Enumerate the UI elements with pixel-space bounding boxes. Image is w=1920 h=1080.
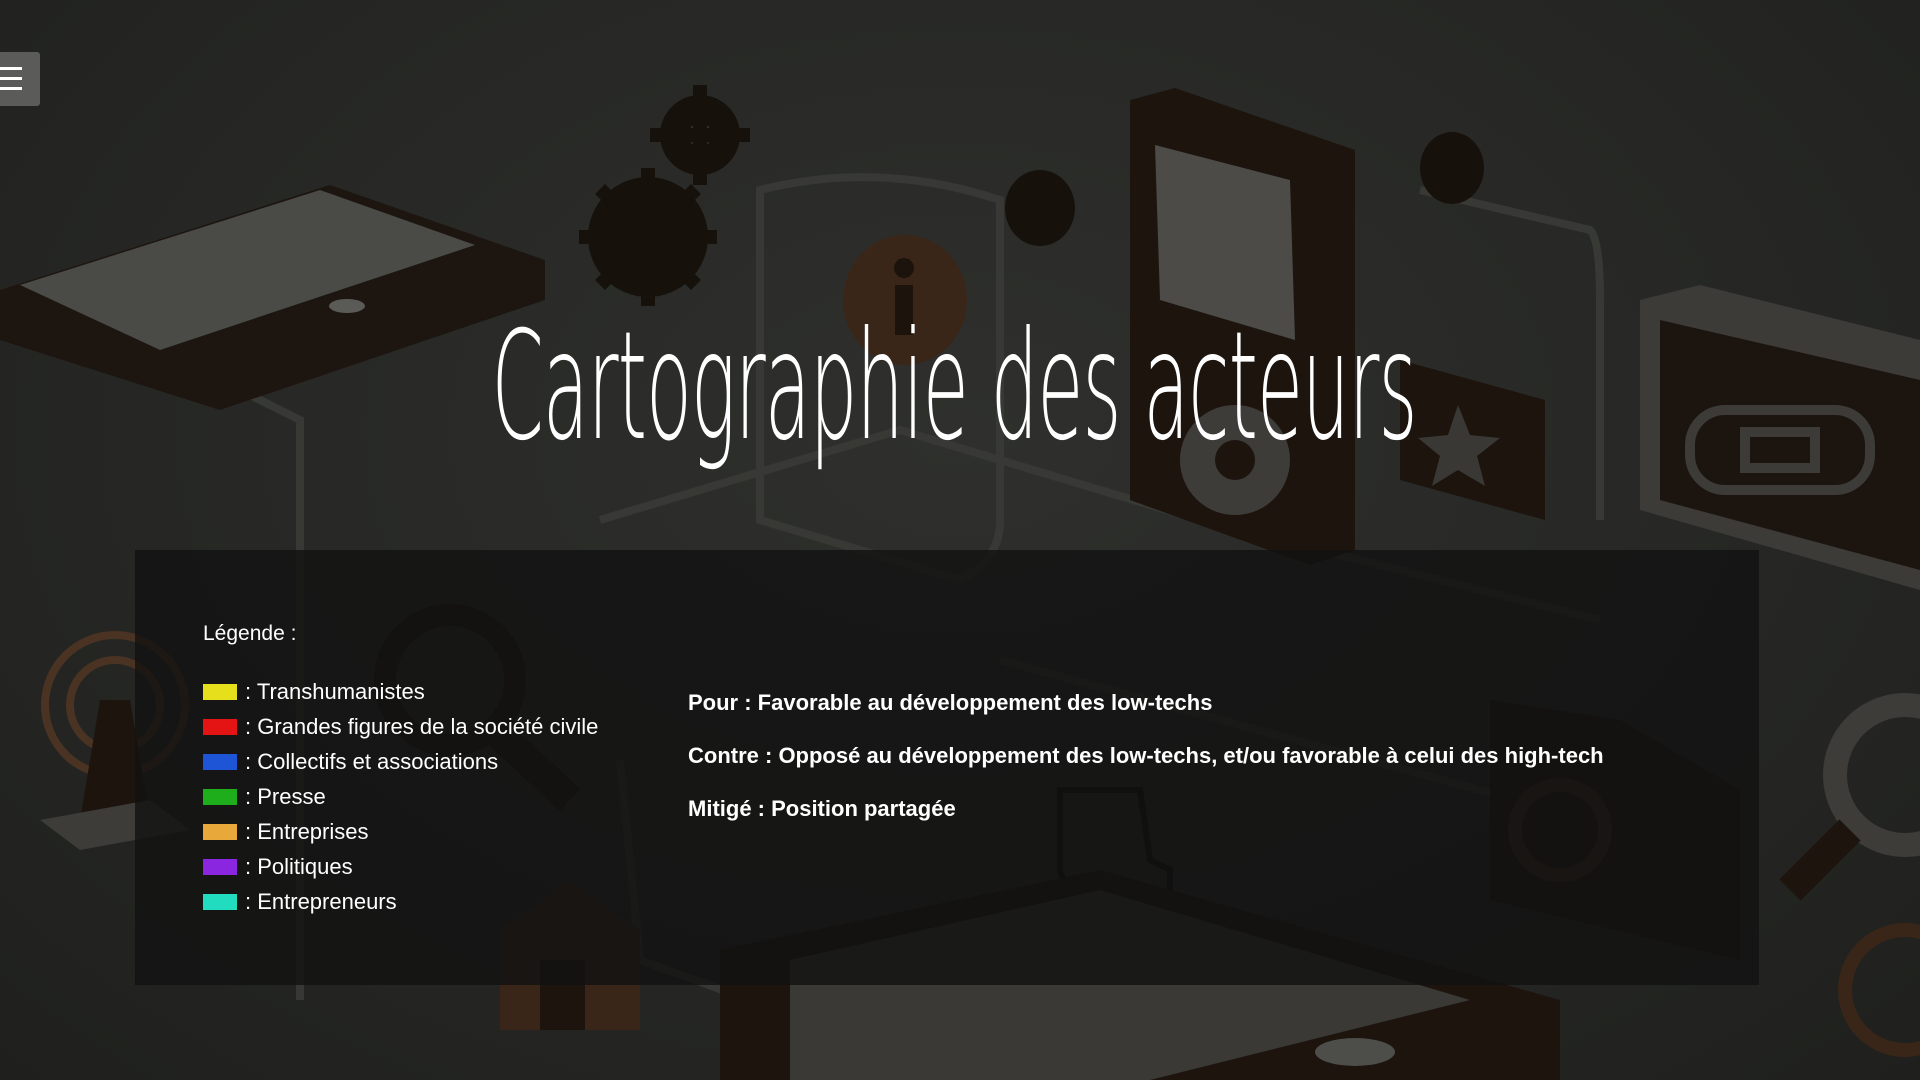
power-icon (1838, 923, 1920, 1057)
legend-item-presse: : Presse (203, 779, 598, 814)
legend-title: Légende : (203, 622, 297, 645)
legend-swatch (203, 788, 237, 805)
legend-item-transhumanistes: : Transhumanistes (203, 674, 598, 709)
legend-label: : Transhumanistes (245, 678, 425, 704)
legend-list: : Transhumanistes : Grandes figures de l… (203, 674, 598, 919)
legend-label: : Grandes figures de la société civile (245, 713, 599, 739)
legend-item-collectifs: : Collectifs et associations (203, 744, 598, 779)
legend-label: : Collectifs et associations (245, 748, 499, 774)
legend-swatch (203, 823, 237, 840)
legend-item-entreprises: : Entreprises (203, 814, 598, 849)
legend-item-grandes-figures: : Grandes figures de la société civile (203, 709, 598, 744)
hamburger-menu-icon-bar (0, 77, 22, 80)
tablet-icon (0, 185, 545, 410)
hamburger-menu-button[interactable] (0, 52, 40, 106)
page-background: Cartographie des acteurs Légende : : Tra… (0, 0, 1920, 1080)
position-definitions: Pour : Favorable au développement des lo… (688, 690, 1604, 849)
page-title: Cartographie des acteurs (491, 300, 1417, 474)
legend-swatch (203, 858, 237, 875)
position-pour: Pour : Favorable au développement des lo… (688, 690, 1213, 715)
legend-swatch (203, 683, 237, 700)
camera-icon (1640, 285, 1920, 590)
legend-swatch (203, 753, 237, 770)
legend-panel: Légende : : Transhumanistes : Grandes fi… (135, 550, 1759, 985)
search-icon (1779, 693, 1920, 901)
legend-swatch (203, 718, 237, 735)
hamburger-menu-icon-bar (0, 87, 22, 90)
legend-label: : Presse (245, 783, 326, 809)
position-contre: Contre : Opposé au développement des low… (688, 743, 1604, 768)
legend-label: : Entrepreneurs (245, 888, 397, 914)
legend-item-politiques: : Politiques (203, 849, 598, 884)
legend-item-entrepreneurs: : Entrepreneurs (203, 884, 598, 919)
gear-icon (579, 85, 750, 306)
hamburger-menu-icon (0, 67, 22, 70)
position-mitige: Mitigé : Position partagée (688, 796, 956, 821)
legend-label: : Entreprises (245, 818, 369, 844)
legend-swatch (203, 893, 237, 910)
legend-label: : Politiques (245, 853, 353, 879)
